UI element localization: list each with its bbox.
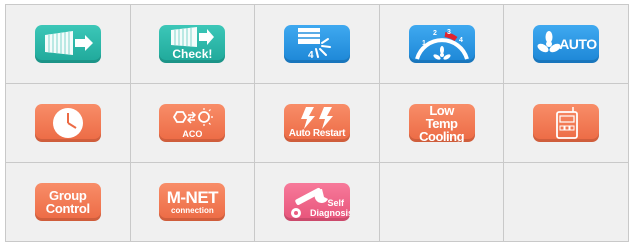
cell-self-diagnosis: Self Diagnosis [255,163,380,242]
aco-icon: ACO [159,104,226,142]
fan-level-1: 1 [422,40,426,47]
group-control-label: Group Control [45,188,90,216]
self-diagnosis-icon: Self Diagnosis [283,183,350,221]
filter-check-icon: Check! [159,25,226,63]
cell-filter-check: Check! [130,5,256,84]
cell-fan-auto: AUTO [504,5,629,84]
louver-count: 4 [307,50,314,61]
cell-mnet: M-NET connection [130,163,256,242]
cell-auto-restart: Auto Restart [255,84,380,163]
mnet-connection-icon: M-NET connection [159,183,226,221]
fan-level-2: 2 [433,30,437,37]
auto-restart-icon: Auto Restart [283,104,350,142]
low-temp-cooling-icon: Low Temp Cooling [408,104,475,142]
group-control-icon: Group Control [34,183,101,221]
mnet-sub-label: connection [171,206,214,215]
cell-filter [6,5,131,84]
check-label: Check! [172,47,213,61]
fan-level-4: 4 [459,37,463,44]
cell-group-control: Group Control [6,163,131,242]
mnet-label: M-NET [166,188,219,207]
auto-restart-label: Auto Restart [288,128,346,139]
cell-remote [504,84,629,163]
louver-icon: 4 [283,25,350,63]
self-diagnosis-label: Self Diagnosis [309,198,350,218]
cell-low-temp: Low Temp Cooling [379,84,505,163]
remote-controller-icon [533,104,600,142]
fan-level-3: 3 [447,29,451,36]
cell-empty-1 [379,163,505,242]
feature-icon-grid: Check! 4 1 2 3 4 AUTO ACO Auto Restart L… [5,4,629,242]
fan-auto-icon: AUTO [533,25,600,63]
cell-aco: ACO [130,84,256,163]
cell-empty-2 [504,163,629,242]
auto-label: AUTO [559,36,597,52]
mnet-text: M-NET connection [166,188,219,215]
fan-speed-icon: 1 2 3 4 [408,25,475,63]
cell-fan-speed: 1 2 3 4 [379,5,505,84]
clock-icon [34,104,101,142]
filter-icon [34,25,101,63]
aco-label: ACO [182,129,203,139]
cell-louver: 4 [255,5,380,84]
cell-timer [6,84,131,163]
low-temp-label: Low Temp Cooling [419,104,465,142]
